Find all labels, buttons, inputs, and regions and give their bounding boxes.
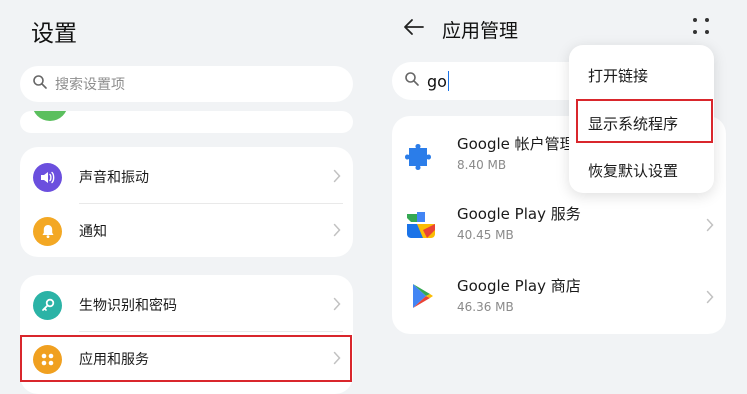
app-row-google-play-store[interactable]: Google Play 商店 46.36 MB <box>392 260 726 332</box>
menu-item-reset-defaults[interactable]: 恢复默认设置 <box>588 160 678 181</box>
puzzle-icon <box>403 136 439 172</box>
settings-item-label: 声音和振动 <box>79 170 149 186</box>
settings-item-notifications[interactable]: 通知 <box>20 204 353 257</box>
app-row-google-play-services[interactable]: Google Play 服务 40.45 MB <box>392 188 726 260</box>
app-size: 8.40 MB <box>457 158 507 172</box>
chevron-right-icon <box>333 168 341 187</box>
settings-item-label: 生物识别和密码 <box>79 298 177 314</box>
settings-item-label: 通知 <box>79 224 107 240</box>
text-caret <box>447 71 450 91</box>
app-size: 46.36 MB <box>457 300 514 314</box>
app-search-input[interactable]: go <box>392 62 592 100</box>
settings-item-biometrics-password[interactable]: 生物识别和密码 <box>20 278 353 332</box>
play-services-icon <box>403 206 439 242</box>
page-title: 应用管理 <box>442 20 519 42</box>
settings-search-bar[interactable]: 搜索设置项 <box>20 66 353 102</box>
chevron-right-icon <box>706 217 714 236</box>
search-icon <box>32 74 48 94</box>
partial-setting-icon <box>32 111 68 121</box>
chevron-right-icon <box>333 296 341 315</box>
search-value: go <box>427 71 447 91</box>
settings-group-1: 声音和振动 通知 <box>20 147 353 257</box>
app-size: 40.45 MB <box>457 228 514 242</box>
search-icon <box>404 71 420 91</box>
app-management-pane: 应用管理 go Google 帐户管理 8.40 MB Google Play … <box>380 0 747 394</box>
more-options-icon[interactable] <box>693 18 709 34</box>
chevron-right-icon <box>333 222 341 241</box>
back-arrow-icon[interactable] <box>403 18 425 40</box>
app-name: Google Play 商店 <box>457 277 581 295</box>
menu-item-open-links[interactable]: 打开链接 <box>588 65 648 86</box>
page-title: 设置 <box>31 21 77 47</box>
bell-icon <box>33 216 62 246</box>
search-placeholder: 搜索设置项 <box>55 77 125 93</box>
highlight-box-show-system-apps <box>576 99 713 143</box>
app-name: Google 帐户管理 <box>457 135 575 153</box>
settings-item-sound-vibration[interactable]: 声音和振动 <box>20 150 353 204</box>
settings-pane: 设置 搜索设置项 声音和振动 通知 生物识别和密码 应用和服务 <box>0 0 370 394</box>
settings-card-partial <box>20 111 353 133</box>
chevron-right-icon <box>706 289 714 308</box>
key-icon <box>33 290 62 320</box>
highlight-box-apps-services <box>20 335 352 382</box>
app-name: Google Play 服务 <box>457 205 581 223</box>
speaker-icon <box>33 162 62 192</box>
play-store-icon <box>403 278 439 314</box>
